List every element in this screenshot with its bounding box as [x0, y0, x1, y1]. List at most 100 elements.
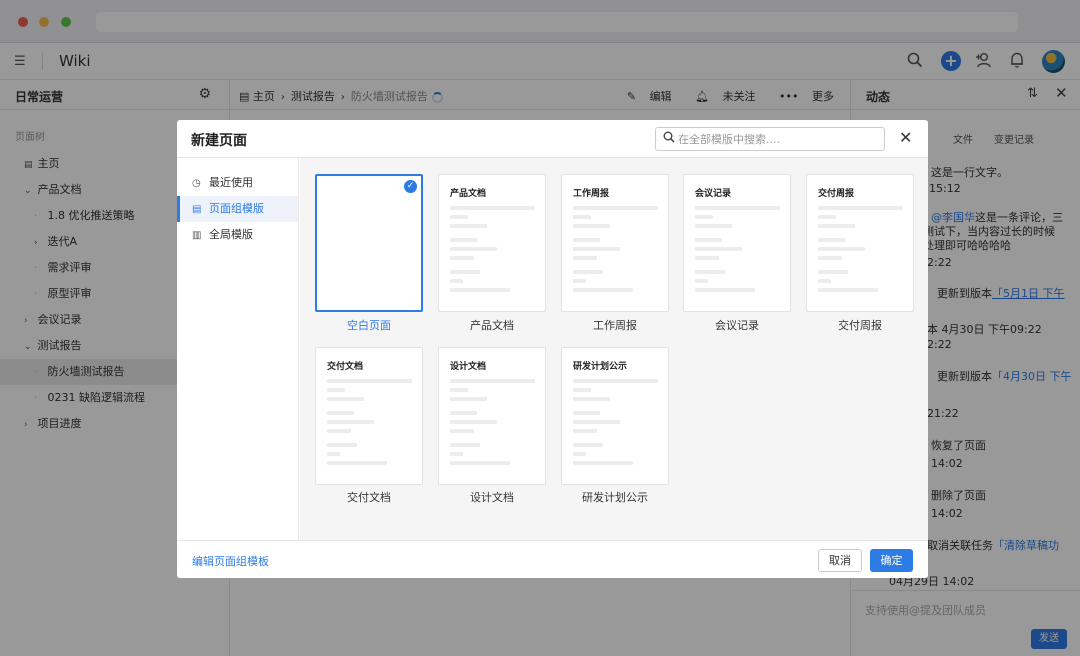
new-page-dialog: 新建页面 ✕ ◷ 最近使用 ▤ 页面组模版 ▥ 全局模版 ✓ 空白页面 产品文档: [177, 120, 928, 578]
placeholder-line: [573, 461, 633, 465]
placeholder-line: [573, 379, 658, 383]
placeholder-line: [450, 452, 463, 456]
placeholder-line: [450, 288, 510, 292]
cancel-button[interactable]: 取消: [818, 549, 862, 572]
placeholder-line: [450, 443, 480, 447]
template-label[interactable]: 空白页面: [315, 317, 423, 333]
template-card-product-docs[interactable]: 产品文档: [438, 174, 546, 312]
confirm-button[interactable]: 确定: [870, 549, 913, 572]
template-card-dev-plan[interactable]: 研发计划公示: [561, 347, 669, 485]
placeholder-line: [573, 224, 610, 228]
placeholder-line: [573, 411, 600, 415]
placeholder-line: [450, 388, 468, 392]
template-label[interactable]: 交付文档: [315, 489, 423, 505]
placeholder-line: [573, 443, 603, 447]
template-label[interactable]: 研发计划公示: [561, 489, 669, 505]
placeholder-line: [573, 429, 597, 433]
placeholder-line: [450, 215, 468, 219]
template-card-delivery-docs[interactable]: 交付文档: [315, 347, 423, 485]
placeholder-line: [450, 279, 463, 283]
placeholder-line: [818, 256, 842, 260]
nav-global-templates[interactable]: ▥ 全局模版: [177, 222, 298, 248]
placeholder-line: [450, 461, 510, 465]
placeholder-line: [327, 411, 354, 415]
placeholder-line: [695, 206, 780, 210]
placeholder-line: [573, 288, 633, 292]
placeholder-line: [450, 256, 474, 260]
placeholder-line: [573, 215, 591, 219]
placeholder-line: [450, 411, 477, 415]
template-card-meeting-notes[interactable]: 会议记录: [683, 174, 791, 312]
placeholder-line: [450, 397, 487, 401]
dialog-header: 新建页面 ✕: [177, 120, 928, 158]
placeholder-line: [327, 452, 340, 456]
placeholder-line: [695, 270, 725, 274]
template-card-design-docs[interactable]: 设计文档: [438, 347, 546, 485]
template-label[interactable]: 交付周报: [806, 317, 914, 333]
placeholder-line: [695, 288, 755, 292]
placeholder-line: [450, 206, 535, 210]
nav-page-group-templates[interactable]: ▤ 页面组模版: [177, 196, 298, 222]
edit-templates-link[interactable]: 编辑页面组模板: [192, 553, 269, 569]
placeholder-line: [818, 288, 878, 292]
check-icon: ✓: [404, 180, 417, 193]
template-label[interactable]: 设计文档: [438, 489, 546, 505]
template-label[interactable]: 产品文档: [438, 317, 546, 333]
placeholder-line: [573, 452, 586, 456]
card-title: 研发计划公示: [573, 362, 628, 372]
placeholder-line: [450, 420, 497, 424]
template-label[interactable]: 会议记录: [683, 317, 791, 333]
placeholder-line: [573, 247, 620, 251]
card-title: 工作周报: [573, 189, 610, 199]
placeholder-line: [818, 215, 836, 219]
placeholder-line: [695, 215, 713, 219]
nav-label: 页面组模版: [209, 202, 264, 215]
placeholder-line: [327, 461, 387, 465]
dialog-title: 新建页面: [191, 133, 247, 149]
placeholder-line: [450, 224, 487, 228]
placeholder-line: [573, 270, 603, 274]
placeholder-line: [818, 238, 845, 242]
placeholder-line: [818, 247, 865, 251]
placeholder-line: [695, 279, 708, 283]
nav-label: 最近使用: [209, 176, 253, 189]
placeholder-line: [450, 238, 477, 242]
placeholder-line: [818, 206, 903, 210]
placeholder-line: [450, 429, 474, 433]
nav-recent[interactable]: ◷ 最近使用: [177, 170, 298, 196]
placeholder-line: [327, 443, 357, 447]
card-title: 会议记录: [695, 189, 732, 199]
card-title: 设计文档: [450, 362, 487, 372]
card-title: 交付周报: [818, 189, 855, 199]
placeholder-line: [695, 256, 719, 260]
search-icon: [663, 131, 675, 146]
template-search-input[interactable]: [678, 131, 878, 147]
template-category-nav: ◷ 最近使用 ▤ 页面组模版 ▥ 全局模版: [177, 158, 299, 540]
template-card-blank[interactable]: ✓: [315, 174, 423, 312]
template-search[interactable]: [655, 127, 885, 151]
placeholder-line: [450, 247, 497, 251]
placeholder-line: [573, 388, 591, 392]
placeholder-line: [327, 429, 351, 433]
template-card-weekly-report[interactable]: 工作周报: [561, 174, 669, 312]
page-group-icon: ▤: [192, 204, 202, 215]
close-icon[interactable]: ✕: [899, 128, 912, 147]
placeholder-line: [573, 279, 586, 283]
placeholder-line: [450, 379, 535, 383]
template-grid: ✓ 空白页面 产品文档 产品文档 工作周报 工作周报 会议记录 会议记录 交付周…: [300, 158, 928, 540]
placeholder-line: [573, 420, 620, 424]
card-title: 交付文档: [327, 362, 364, 372]
placeholder-line: [327, 397, 364, 401]
placeholder-line: [573, 397, 610, 401]
placeholder-line: [450, 270, 480, 274]
clock-icon: ◷: [192, 178, 201, 189]
placeholder-line: [573, 256, 597, 260]
card-title: 产品文档: [450, 189, 487, 199]
template-label[interactable]: 工作周报: [561, 317, 669, 333]
placeholder-line: [695, 224, 732, 228]
dialog-footer: 编辑页面组模板 取消 确定: [177, 540, 928, 578]
placeholder-line: [573, 206, 658, 210]
nav-label: 全局模版: [209, 228, 253, 241]
placeholder-line: [573, 238, 600, 242]
template-card-delivery-weekly[interactable]: 交付周报: [806, 174, 914, 312]
